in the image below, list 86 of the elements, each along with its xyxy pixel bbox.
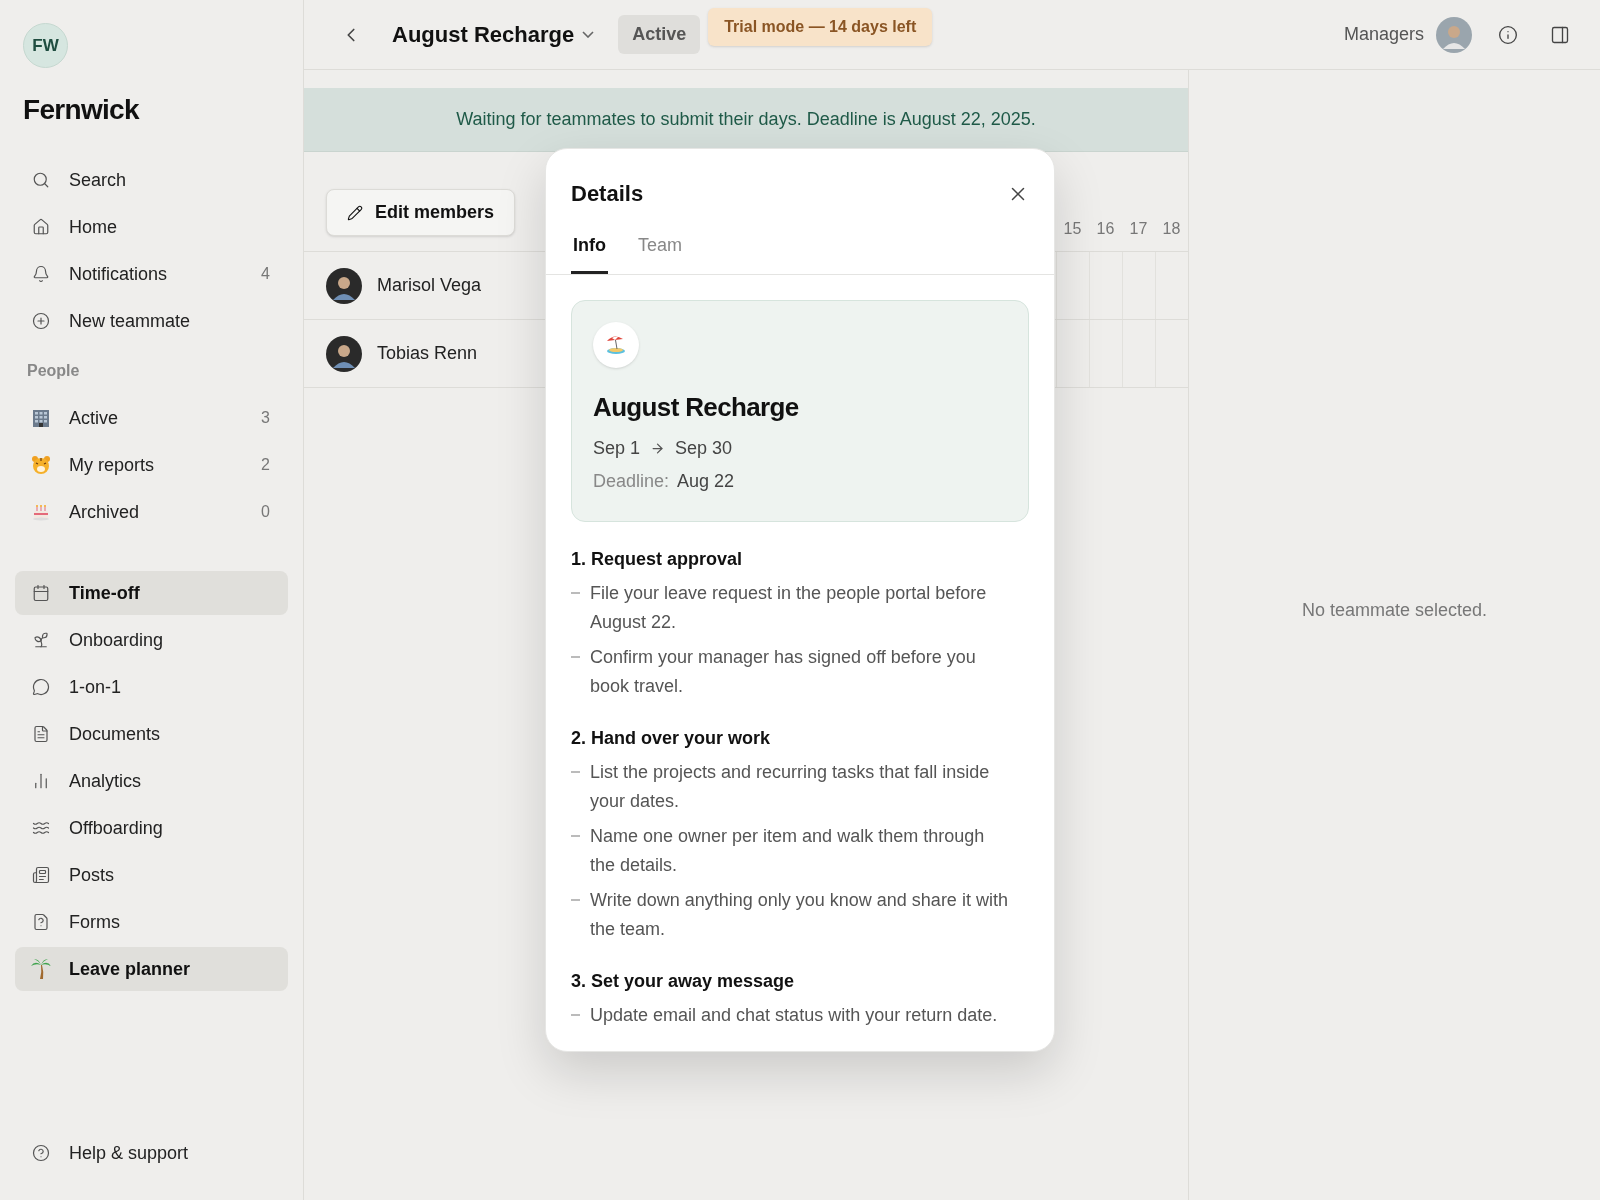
sprout-icon [32, 631, 50, 649]
sidebar-item[interactable]: Forms [15, 900, 288, 944]
section-heading: 3. Set your away message [571, 970, 796, 993]
sidebar-item[interactable]: Archived 0 [15, 490, 288, 534]
dash-icon [571, 656, 580, 658]
building-icon [31, 408, 51, 428]
bell-icon [32, 265, 50, 283]
plus-circle-icon [32, 312, 50, 330]
sidebar-item[interactable]: Offboarding [15, 806, 288, 850]
info-icon[interactable] [1498, 24, 1518, 45]
day-number: 17 [1128, 219, 1149, 239]
edit-members-button[interactable]: Edit members [326, 189, 516, 236]
dash-icon [571, 835, 580, 837]
search-icon [32, 171, 50, 189]
audience-label: Managers [1343, 23, 1424, 46]
sidebar-item[interactable]: New teammate [15, 299, 288, 343]
workspace-avatar[interactable]: FW [23, 23, 68, 68]
beach-umbrella-icon [604, 333, 628, 357]
pencil-icon [347, 204, 363, 221]
avatar [1436, 16, 1472, 53]
sidebar-item[interactable]: Active 3 [15, 396, 288, 440]
sidebar-item[interactable]: Help & support [15, 1131, 288, 1175]
list-item: Confirm your manager has signed off before you book travel. [590, 646, 977, 698]
card-title: August Recharge [593, 391, 800, 424]
waves-icon [32, 819, 50, 837]
dash-icon [571, 771, 580, 773]
dash-icon [571, 1014, 580, 1016]
sidebar-item[interactable]: Leave planner [15, 947, 288, 991]
title-dropdown[interactable]: August Recharge [392, 18, 595, 51]
day-number: 15 [1062, 219, 1083, 239]
question-form-icon [32, 913, 50, 931]
list-item: File your leave request in the people portal before August 22. [590, 582, 988, 634]
sidebar-item[interactable]: Onboarding [15, 618, 288, 662]
day-number: 16 [1095, 219, 1116, 239]
section-heading: 2. Hand over your work [571, 727, 772, 750]
sidebar-item[interactable]: Documents [15, 712, 288, 756]
document-icon [32, 725, 50, 743]
status-badge: Active [618, 15, 701, 54]
palm-tree-icon [31, 958, 51, 980]
workspace-name: Fernwick [23, 93, 141, 127]
item-count: 4 [261, 264, 271, 284]
calendar-icon [32, 584, 50, 602]
sidebar-item[interactable]: My reports 2 [15, 443, 288, 487]
list-item: List the projects and recurring tasks that fall inside your dates. [590, 761, 991, 813]
tab[interactable]: Team [636, 232, 684, 274]
sidebar-item[interactable]: Posts [15, 853, 288, 897]
member-name[interactable]: Marisol Vega [377, 272, 482, 299]
tab[interactable]: Info [571, 232, 608, 274]
dash-icon [571, 899, 580, 901]
end-date: Sep 30 [675, 437, 733, 460]
avatar [326, 335, 362, 372]
tiger-icon [31, 455, 51, 475]
chat-bubble-icon [32, 678, 50, 696]
item-count: 0 [261, 502, 271, 522]
sidebar-item[interactable]: Time-off [15, 571, 288, 615]
help-icon [32, 1144, 50, 1162]
sidebar-item[interactable]: Home [15, 205, 288, 249]
empty-state-text: No teammate selected. [1301, 598, 1488, 622]
sidebar-item[interactable]: Search [15, 158, 288, 202]
sidebar-item[interactable]: 1-on-1 [15, 665, 288, 709]
bar-chart-icon [32, 772, 50, 790]
chevron-down-icon [582, 31, 595, 38]
list-item: Update email and chat status with your return date. [590, 1004, 999, 1027]
trial-badge: Trial mode — 14 days left [708, 8, 933, 46]
avatar [326, 267, 362, 304]
list-item: Write down anything only you know and share it with the team. [590, 889, 1009, 941]
sidebar-item[interactable]: Analytics [15, 759, 288, 803]
start-date: Sep 1 [593, 437, 641, 460]
home-icon [32, 218, 50, 236]
side-panel-icon[interactable] [1550, 24, 1570, 45]
item-count: 2 [261, 455, 271, 475]
dash-icon [571, 592, 580, 594]
list-item: Name one owner per item and walk them through the details. [590, 825, 986, 877]
dialog-title: Details [571, 180, 644, 208]
deadline-label: Deadline: [593, 470, 670, 493]
member-name[interactable]: Tobias Renn [377, 340, 478, 367]
status-banner: Waiting for teammates to submit their days. Deadline is August 22, 2025. [304, 88, 1188, 152]
section-heading: 1. Request approval [571, 548, 744, 571]
cake-icon [31, 502, 51, 522]
arrow-right-icon [650, 441, 666, 456]
section-heading: People [27, 361, 81, 381]
deadline-date: Aug 22 [677, 470, 735, 493]
newspaper-icon [32, 866, 50, 884]
day-number: 18 [1161, 219, 1182, 239]
item-count: 3 [261, 408, 271, 428]
sidebar-item[interactable]: Notifications 4 [15, 252, 288, 296]
